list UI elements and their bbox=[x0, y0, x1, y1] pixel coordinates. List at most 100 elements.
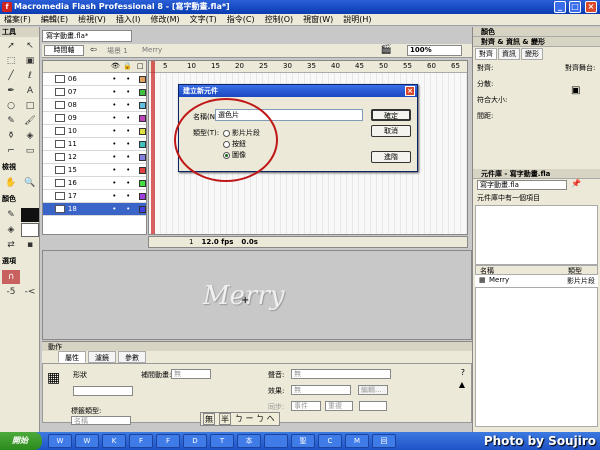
visibility-dot[interactable]: • bbox=[107, 153, 121, 161]
layer-color-swatch[interactable] bbox=[139, 166, 146, 174]
stage[interactable]: Merry + bbox=[42, 250, 472, 340]
oval-tool-icon[interactable]: ○ bbox=[2, 99, 20, 113]
eraser-tool-icon[interactable]: ▭ bbox=[21, 144, 39, 158]
text-tool-icon[interactable]: A bbox=[21, 84, 39, 98]
fill-color-swatch[interactable] bbox=[21, 223, 39, 237]
taskbar-item[interactable]: F bbox=[129, 434, 153, 448]
layer-row[interactable]: 07 • • bbox=[43, 86, 146, 99]
edit-scene-icon[interactable]: 🎬 bbox=[381, 45, 392, 55]
pen-tool-icon[interactable]: ✒ bbox=[2, 84, 20, 98]
straighten-option-icon[interactable]: -< bbox=[21, 285, 39, 299]
advanced-button[interactable]: 進階 bbox=[371, 151, 411, 163]
layer-row[interactable]: 11 • • bbox=[43, 138, 146, 151]
layer-row[interactable]: 16 • • bbox=[43, 177, 146, 190]
playhead[interactable] bbox=[151, 61, 155, 234]
panel-options-icon[interactable]: ▲ bbox=[459, 380, 465, 389]
taskbar-item[interactable]: 本 bbox=[237, 434, 261, 448]
taskbar-item[interactable]: D bbox=[183, 434, 207, 448]
ime-mode-b[interactable]: 半 bbox=[219, 413, 231, 425]
selection-tool-icon[interactable]: ➚ bbox=[2, 39, 20, 53]
tab-properties[interactable]: 屬性 bbox=[58, 351, 86, 363]
scene-breadcrumb[interactable]: 場景 1 bbox=[107, 46, 128, 56]
subselect-tool-icon[interactable]: ↖ bbox=[21, 39, 39, 53]
taskbar-item[interactable]: W bbox=[75, 434, 99, 448]
menu-help[interactable]: 說明(H) bbox=[343, 14, 371, 25]
layer-color-swatch[interactable] bbox=[139, 192, 146, 200]
lock-dot[interactable]: • bbox=[121, 192, 135, 200]
visibility-dot[interactable]: • bbox=[107, 75, 121, 83]
snap-magnet-icon[interactable]: ∩ bbox=[2, 270, 20, 284]
visibility-dot[interactable]: • bbox=[107, 127, 121, 135]
brush-tool-icon[interactable]: 🖌 bbox=[21, 114, 39, 128]
tween-select[interactable]: 無 bbox=[171, 369, 211, 379]
taskbar-item[interactable]: K bbox=[102, 434, 126, 448]
back-arrow-icon[interactable]: ⇦ bbox=[90, 45, 97, 54]
taskbar-item[interactable]: 聖 bbox=[291, 434, 315, 448]
taskbar-item[interactable]: F bbox=[156, 434, 180, 448]
free-transform-tool-icon[interactable]: ⬚ bbox=[2, 54, 20, 68]
layer-row[interactable]: 08 • • bbox=[43, 99, 146, 112]
fill-transform-tool-icon[interactable]: ▣ bbox=[21, 54, 39, 68]
lock-dot[interactable]: • bbox=[121, 140, 135, 148]
sync-select[interactable]: 事件 bbox=[291, 401, 321, 411]
align-panel-header[interactable]: 對齊 & 資訊 & 變形 bbox=[473, 37, 600, 47]
layer-color-swatch[interactable] bbox=[139, 75, 146, 83]
visibility-dot[interactable]: • bbox=[107, 179, 121, 187]
tab-filters[interactable]: 濾鏡 bbox=[88, 351, 116, 363]
lock-dot[interactable]: • bbox=[121, 127, 135, 135]
tab-align[interactable]: 對齊 bbox=[475, 48, 497, 60]
menu-edit[interactable]: 編輯(E) bbox=[41, 14, 68, 25]
taskbar-item[interactable]: M bbox=[345, 434, 369, 448]
layer-color-swatch[interactable] bbox=[139, 127, 146, 135]
outline-icon[interactable]: □ bbox=[137, 62, 144, 70]
lock-dot[interactable]: • bbox=[121, 88, 135, 96]
library-item[interactable]: ▦ Merry 影片片段 bbox=[475, 275, 598, 287]
menu-file[interactable]: 檔案(F) bbox=[4, 14, 31, 25]
close-button[interactable]: × bbox=[585, 1, 597, 13]
pin-icon[interactable]: 📌 bbox=[571, 179, 581, 188]
label-type-select[interactable]: 名稱 bbox=[71, 416, 131, 425]
taskbar-item[interactable]: C bbox=[318, 434, 342, 448]
sound-select[interactable]: 無 bbox=[291, 369, 391, 379]
taskbar-item[interactable]: W bbox=[48, 434, 72, 448]
taskbar-item[interactable]: 回 bbox=[372, 434, 396, 448]
library-document-select[interactable]: 寫字動畫.fla bbox=[477, 180, 567, 190]
menu-modify[interactable]: 修改(M) bbox=[150, 14, 179, 25]
dialog-close-button[interactable]: × bbox=[405, 86, 415, 96]
repeat-select[interactable]: 重複 bbox=[325, 401, 353, 411]
ok-button[interactable]: 確定 bbox=[371, 109, 411, 121]
layer-color-swatch[interactable] bbox=[139, 205, 146, 213]
lasso-tool-icon[interactable]: ℓ bbox=[21, 69, 39, 83]
visibility-dot[interactable]: • bbox=[107, 101, 121, 109]
minimize-button[interactable]: _ bbox=[554, 1, 566, 13]
timeline-toggle-button[interactable]: 時間軸 bbox=[44, 45, 84, 56]
layer-row[interactable]: 10 • • bbox=[43, 125, 146, 138]
layer-row[interactable]: 06 • • bbox=[43, 73, 146, 86]
edit-effect-button[interactable]: 編輯... bbox=[358, 385, 388, 395]
menu-control[interactable]: 控制(O) bbox=[265, 14, 294, 25]
ime-toolbar[interactable]: 無 半 ㄅ ー ㄅ へ bbox=[200, 412, 280, 426]
to-stage-icon[interactable]: ▣ bbox=[571, 85, 580, 96]
eyedropper-tool-icon[interactable]: ⌐ bbox=[2, 144, 20, 158]
taskbar-item[interactable] bbox=[264, 434, 288, 448]
paint-bucket-tool-icon[interactable]: ◈ bbox=[21, 129, 39, 143]
layer-color-swatch[interactable] bbox=[139, 101, 146, 109]
layer-color-swatch[interactable] bbox=[139, 140, 146, 148]
smooth-option-icon[interactable]: -5 bbox=[2, 285, 20, 299]
layer-row[interactable]: 18 • • bbox=[43, 203, 146, 216]
visibility-dot[interactable]: • bbox=[107, 205, 121, 213]
menu-insert[interactable]: 插入(I) bbox=[116, 14, 141, 25]
layer-color-swatch[interactable] bbox=[139, 179, 146, 187]
ime-mode-a[interactable]: 無 bbox=[203, 413, 215, 425]
eye-icon[interactable]: 👁 bbox=[111, 62, 120, 70]
actions-header[interactable]: 動作 bbox=[42, 341, 472, 351]
visibility-dot[interactable]: • bbox=[107, 114, 121, 122]
visibility-dot[interactable]: • bbox=[107, 140, 121, 148]
lock-dot[interactable]: • bbox=[121, 114, 135, 122]
visibility-dot[interactable]: • bbox=[107, 166, 121, 174]
layer-color-swatch[interactable] bbox=[139, 153, 146, 161]
pencil-tool-icon[interactable]: ✎ bbox=[2, 114, 20, 128]
stroke-color-swatch[interactable] bbox=[21, 208, 39, 222]
lock-icon[interactable]: 🔒 bbox=[123, 62, 132, 70]
menu-view[interactable]: 檢視(V) bbox=[78, 14, 106, 25]
